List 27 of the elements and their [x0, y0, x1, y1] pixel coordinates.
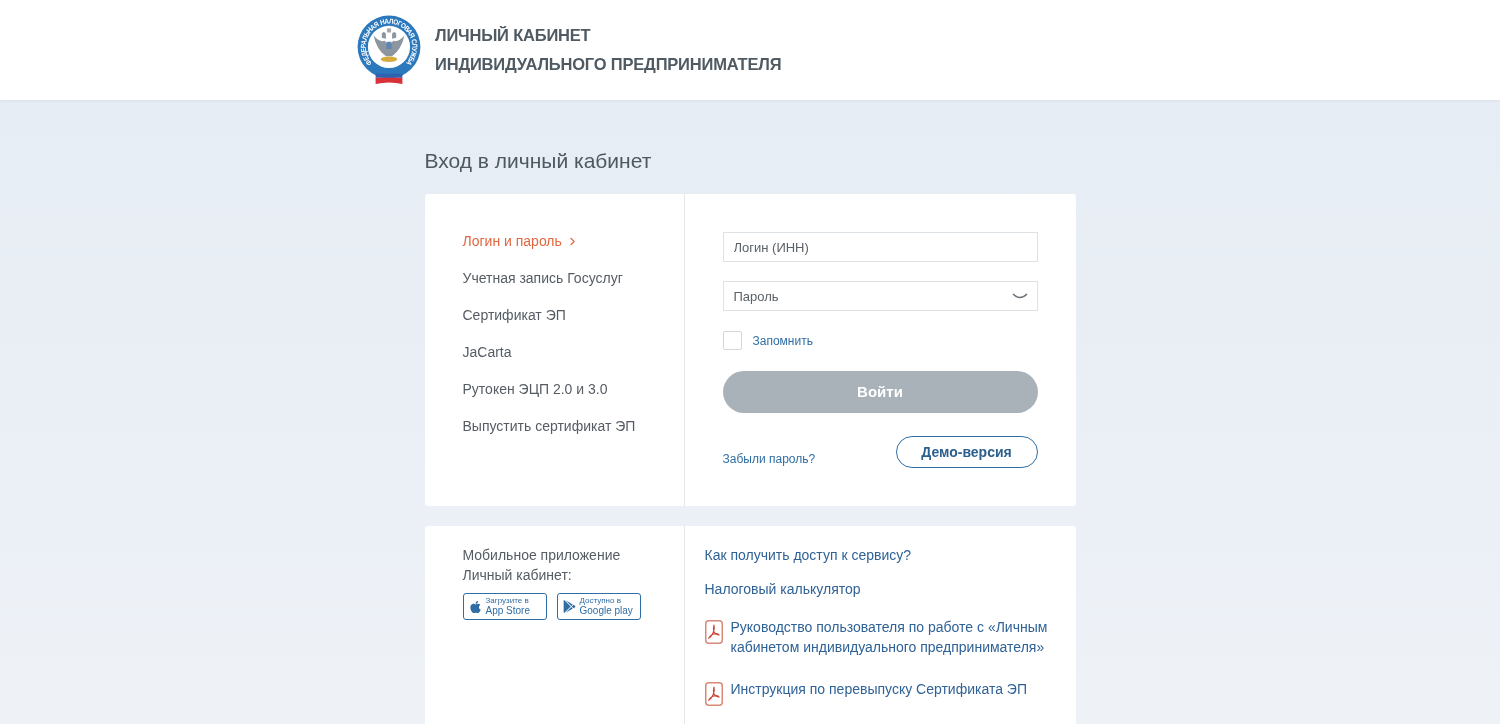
page-heading: Вход в личный кабинет — [424, 148, 652, 174]
login-method-tab[interactable]: JaCarta — [462, 341, 512, 363]
login-field[interactable]: Логин (ИНН) — [722, 232, 1038, 262]
store-badge[interactable]: Загрузите в App Store — [462, 593, 547, 620]
remember-checkbox[interactable] — [722, 331, 742, 350]
closed-eye-icon[interactable] — [1011, 293, 1028, 299]
pdf-document-link[interactable]: Руководство пользователя по работе с «Личным кабинетом индивидуального предпринимателя» — [704, 613, 1061, 661]
login-method-tab[interactable]: Логин и пароль — [462, 230, 579, 252]
pdf-file-icon — [704, 620, 723, 644]
apple-logo-icon — [468, 599, 482, 614]
store-badge[interactable]: Доступно в Google play — [556, 593, 641, 620]
help-link[interactable]: Как получить доступ к сервису? — [704, 545, 912, 565]
demo-button[interactable]: Демо-версия — [895, 436, 1038, 468]
login-method-tab[interactable]: Рутокен ЭЦП 2.0 и 3.0 — [462, 378, 608, 400]
site-title: ИНДИВИДУАЛЬНОГО ПРЕДПРИНИМАТЕЛЯ — [435, 54, 782, 75]
help-link[interactable]: Налоговый калькулятор — [704, 579, 861, 599]
play-triangle-icon — [562, 600, 576, 613]
login-method-tab[interactable]: Выпустить сертификат ЭП — [462, 415, 636, 437]
remember-label[interactable]: Запомнить — [752, 331, 813, 350]
login-method-tab[interactable]: Сертификат ЭП — [462, 304, 566, 326]
pdf-file-icon — [704, 682, 723, 706]
site-title: ЛИЧНЫЙ КАБИНЕТ — [435, 25, 592, 46]
mobile-app-text: Мобильное приложение Личный кабинет: — [462, 546, 622, 585]
password-field[interactable]: Пароль — [722, 281, 1038, 311]
forgot-password-link[interactable]: Забыли пароль? — [722, 451, 816, 467]
pdf-document-link[interactable]: Инструкция по перевыпуску Сертификата ЭП — [704, 675, 1061, 710]
login-method-tab[interactable]: Учетная запись Госуслуг — [462, 267, 623, 289]
